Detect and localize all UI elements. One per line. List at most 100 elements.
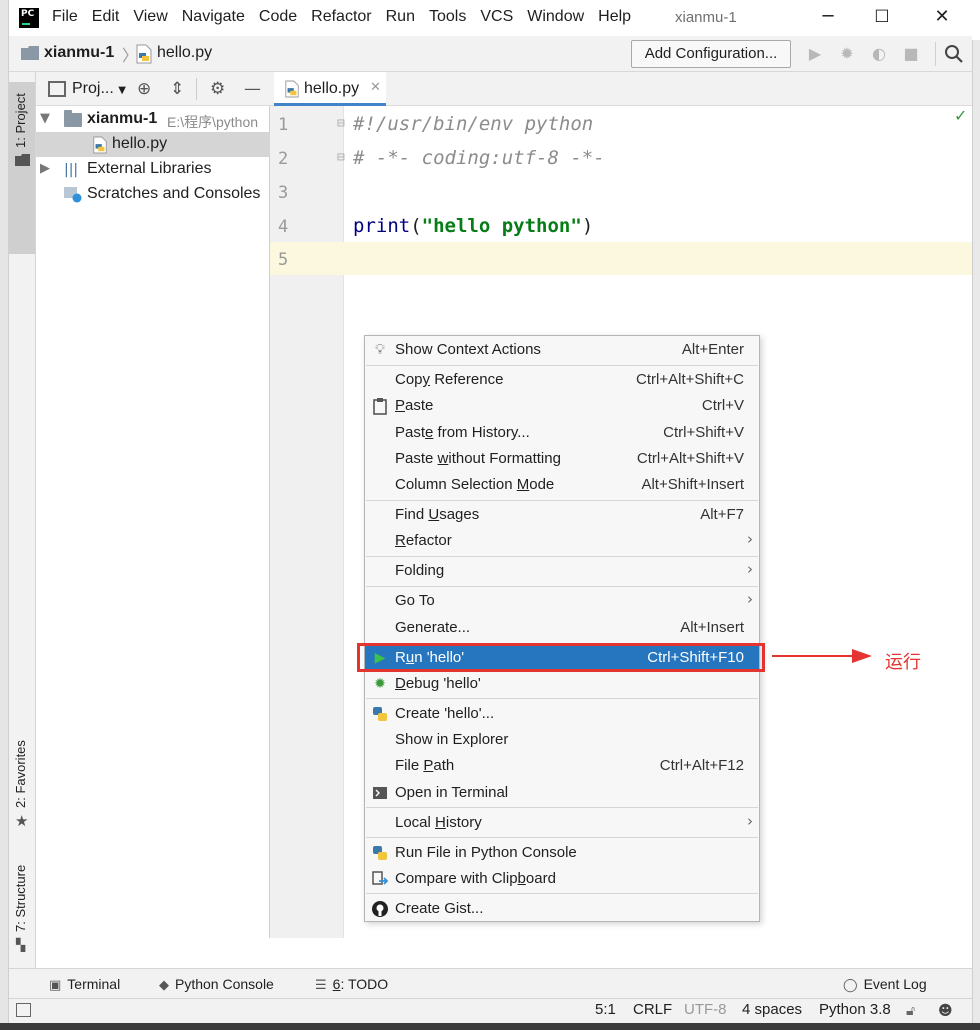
hide-panel-icon[interactable]: — [244,79,261,99]
menu-copy-reference[interactable]: Copy Reference Ctrl+Alt+Shift+C [365,367,759,393]
project-view-selector[interactable]: Proj... ▼ [72,80,126,98]
interpreter-indicator[interactable]: Python 3.8 [819,1001,891,1018]
menu-paste[interactable]: Paste Ctrl+V [365,393,759,419]
tool-windows-toggle-icon[interactable] [16,1003,31,1017]
inspector-icon[interactable]: ☻ [938,1003,953,1019]
debug-icon[interactable]: ✹ [838,45,856,63]
collapsed-chevron-icon[interactable]: ▶ [40,161,50,176]
title-bar: PC File Edit View Navigate Code Refactor… [9,0,980,36]
clipboard-icon [373,398,387,415]
debug-bug-icon: ✹ [374,676,386,692]
breadcrumb-project[interactable]: xianmu-1 [44,44,114,62]
expanded-chevron-icon[interactable]: ▼ [40,111,50,126]
favorites-tab-label[interactable]: 2: Favorites [13,740,28,808]
caret-position[interactable]: 5:1 [595,1001,616,1018]
menu-paste-without-formatting[interactable]: Paste without Formatting Ctrl+Alt+Shift+… [365,446,759,472]
line-separator-indicator[interactable]: CRLF [633,1001,672,1018]
run-icon[interactable]: ▶ [806,45,824,63]
editor-tab-bar: hello.py ✕ [270,72,972,106]
menu-debug-hello[interactable]: ✹ Debug 'hello' [365,671,759,697]
lock-icon[interactable]: 🔓︎ [906,1003,915,1019]
python-icon [373,846,387,860]
menu-separator [366,837,758,838]
menu-create-hello[interactable]: Create 'hello'... [365,701,759,727]
menu-open-in-terminal[interactable]: Open in Terminal [365,780,759,806]
structure-tab-label[interactable]: 7: Structure [13,865,28,932]
tree-item-hello-py[interactable]: hello.py [36,132,270,157]
python-console-tab[interactable]: ◆ Python Console [159,976,274,993]
menu-refactor[interactable]: Refactor [311,8,371,26]
todo-tab[interactable]: ☰ 6: TODO [315,976,388,993]
project-tab-label[interactable]: 1: Project [13,93,28,148]
bottom-tool-bar: ▣ Terminal ◆ Python Console ☰ 6: TODO ◯ Even… [9,968,972,998]
menu-vcs[interactable]: VCS [480,8,513,26]
event-log-tab[interactable]: ◯ Event Log [843,976,927,993]
terminal-tab[interactable]: ▣ Terminal [49,976,120,993]
stop-icon[interactable]: ■ [902,45,920,63]
submenu-chevron-icon: › [747,590,753,608]
gear-icon[interactable]: ⚙ [210,79,225,99]
code-line-2: # -*- coding:utf-8 -*- [353,147,605,169]
locate-icon[interactable]: ⊕ [137,79,151,99]
tree-item-scratches[interactable]: Scratches and Consoles [36,182,270,207]
minimize-button[interactable]: ─ [817,6,839,28]
menu-go-to[interactable]: Go To › [365,588,759,614]
tree-item-label: External Libraries [87,160,212,177]
tree-item-path: E:\程序\python [167,114,259,130]
menu-refactor[interactable]: Refactor › [365,528,759,554]
menu-create-gist[interactable]: Create Gist... [365,896,759,922]
menu-folding[interactable]: Folding › [365,558,759,584]
tree-item-external-libraries[interactable]: ▶ ||| External Libraries [36,157,270,182]
close-tab-icon[interactable]: ✕ [370,80,381,95]
menu-compare-with-clipboard[interactable]: Compare with Clipboard [365,866,759,892]
project-panel-header: Proj... ▼ ⊕ ⇕ ⚙ — [36,72,270,106]
menu-navigate[interactable]: Navigate [182,8,245,26]
line-number: 5 [278,250,289,270]
menu-file[interactable]: File [52,8,78,26]
file-encoding-indicator[interactable]: UTF-8 [684,1001,727,1018]
collapse-all-icon[interactable]: ⇕ [170,79,184,99]
project-folder-icon [15,154,30,166]
close-window-button[interactable]: ✕ [931,6,953,28]
coverage-icon[interactable]: ◐ [870,45,888,63]
compare-icon [372,871,389,885]
menu-generate[interactable]: Generate... Alt+Insert [365,615,759,641]
window-title: xianmu-1 [675,9,737,26]
navigation-bar: xianmu-1 〉 hello.py Add Configuration...… [9,36,972,72]
tree-item-project-root[interactable]: ▼ xianmu-1 E:\程序\python [36,107,270,132]
indent-indicator[interactable]: 4 spaces [742,1001,802,1018]
line-number: 2 [278,149,289,169]
run-highlight-box [357,643,765,672]
menu-run-file-in-python-console[interactable]: Run File in Python Console [365,840,759,866]
maximize-button[interactable]: ☐ [871,6,893,28]
menu-view[interactable]: View [133,8,167,26]
menu-local-history[interactable]: Local History › [365,810,759,836]
breadcrumb-file[interactable]: hello.py [157,44,212,62]
menu-window[interactable]: Window [527,8,584,26]
github-icon [372,901,388,917]
folder-icon [64,110,82,127]
menu-show-in-explorer[interactable]: Show in Explorer [365,727,759,753]
search-icon[interactable] [944,44,964,64]
menu-edit[interactable]: Edit [92,8,120,26]
menu-run[interactable]: Run [386,8,415,26]
inspection-ok-icon[interactable]: ✓ [954,106,967,125]
menu-column-selection-mode[interactable]: Column Selection Mode Alt+Shift+Insert [365,472,759,498]
outer-window-edge-left [0,0,9,1030]
event-log-icon: ◯ [843,978,858,993]
menu-paste-from-history[interactable]: Paste from History... Ctrl+Shift+V [365,420,759,446]
code-paren: ) [581,215,594,237]
menu-find-usages[interactable]: Find Usages Alt+F7 [365,502,759,528]
menu-code[interactable]: Code [259,8,297,26]
menu-tools[interactable]: Tools [429,8,466,26]
fold-end-icon[interactable]: ⊟ [337,150,345,165]
menu-help[interactable]: Help [598,8,631,26]
menu-show-context-actions[interactable]: 💡︎ Show Context Actions Alt+Enter [365,337,759,363]
folder-icon [21,46,39,60]
line-number: 3 [278,183,289,203]
editor-tab-hello-py[interactable]: hello.py ✕ [274,72,386,106]
add-configuration-button[interactable]: Add Configuration... [631,40,791,68]
structure-icon: ▚ [16,938,26,952]
fold-start-icon[interactable]: ⊟ [337,116,345,131]
menu-file-path[interactable]: File Path Ctrl+Alt+F12 [365,753,759,779]
